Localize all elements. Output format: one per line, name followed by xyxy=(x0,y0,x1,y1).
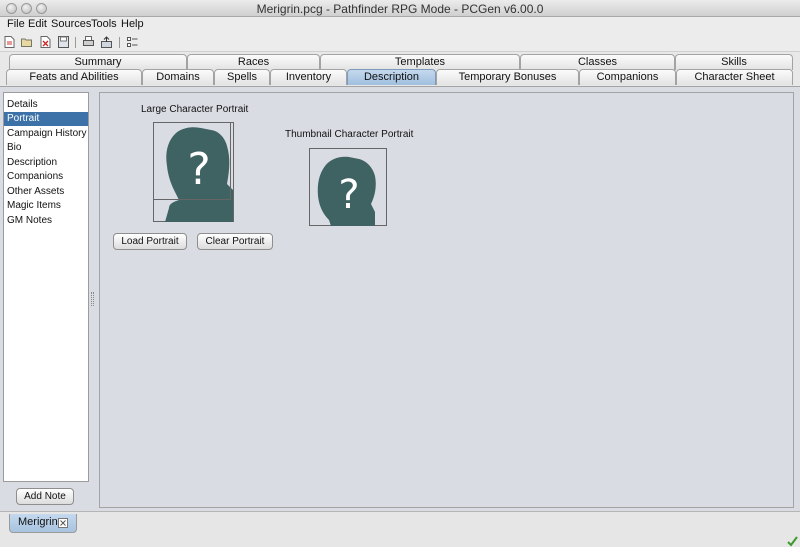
tab-summary[interactable]: Summary xyxy=(9,54,187,70)
character-tab-label: Merigrin xyxy=(18,516,58,528)
tab-templates[interactable]: Templates xyxy=(320,54,520,70)
tab-classes[interactable]: Classes xyxy=(520,54,675,70)
save-icon[interactable] xyxy=(58,36,69,48)
menu-help[interactable]: Help xyxy=(121,18,144,30)
toolbar-separator xyxy=(119,37,120,48)
resize-grip-icon[interactable] xyxy=(786,535,798,547)
toolbar-separator xyxy=(75,37,76,48)
list-item-bio[interactable]: Bio xyxy=(4,141,88,155)
toolbar xyxy=(0,32,800,52)
tab-character-sheet[interactable]: Character Sheet xyxy=(676,69,793,85)
list-item-details[interactable]: Details xyxy=(4,98,88,112)
split-pane-divider[interactable] xyxy=(91,292,94,306)
list-item-portrait[interactable]: Portrait xyxy=(4,112,88,126)
list-item-other-assets[interactable]: Other Assets xyxy=(4,185,88,199)
list-item-description[interactable]: Description xyxy=(4,156,88,170)
large-portrait-label: Large Character Portrait xyxy=(141,104,249,115)
add-note-button[interactable]: Add Note xyxy=(16,488,74,505)
tab-skills[interactable]: Skills xyxy=(675,54,793,70)
title-bar: Merigrin.pcg - Pathfinder RPG Mode - PCG… xyxy=(0,0,800,17)
thumbnail-portrait-label: Thumbnail Character Portrait xyxy=(285,129,414,140)
list-item-companions[interactable]: Companions xyxy=(4,170,88,184)
export-icon[interactable] xyxy=(101,36,112,48)
tab-feats-and-abilities[interactable]: Feats and Abilities xyxy=(6,69,142,85)
menu-bar: File Edit Sources Tools Help xyxy=(0,17,800,32)
menu-tools[interactable]: Tools xyxy=(91,18,117,30)
description-content: Details Portrait Campaign History Bio De… xyxy=(0,86,800,511)
list-item-campaign-history[interactable]: Campaign History xyxy=(4,127,88,141)
list-item-gm-notes[interactable]: GM Notes xyxy=(4,214,88,228)
large-portrait-image[interactable]: ? xyxy=(153,122,234,222)
open-icon[interactable] xyxy=(21,36,32,48)
menu-file[interactable]: File xyxy=(7,18,25,30)
clear-portrait-button[interactable]: Clear Portrait xyxy=(197,233,273,250)
character-tab-bar: Merigrin xyxy=(0,511,800,547)
thumbnail-portrait-image: ? xyxy=(309,148,387,226)
tab-races[interactable]: Races xyxy=(187,54,320,70)
new-character-icon[interactable] xyxy=(4,36,15,48)
character-tab-merigrin[interactable]: Merigrin xyxy=(9,514,77,533)
close-tab-icon[interactable] xyxy=(58,518,68,528)
portrait-panel: Large Character Portrait ? Load Portrait… xyxy=(99,92,794,508)
description-section-list[interactable]: Details Portrait Campaign History Bio De… xyxy=(3,92,89,482)
menu-sources[interactable]: Sources xyxy=(51,18,91,30)
print-icon[interactable] xyxy=(83,36,94,48)
window-title: Merigrin.pcg - Pathfinder RPG Mode - PCG… xyxy=(256,2,544,16)
menu-edit[interactable]: Edit xyxy=(28,18,47,30)
tab-spells[interactable]: Spells xyxy=(214,69,270,85)
preferences-icon[interactable] xyxy=(127,36,138,48)
load-portrait-button[interactable]: Load Portrait xyxy=(113,233,187,250)
list-item-magic-items[interactable]: Magic Items xyxy=(4,199,88,213)
question-mark-icon: ? xyxy=(338,172,359,218)
tab-companions[interactable]: Companions xyxy=(579,69,676,85)
main-tabs: Summary Races Templates Classes Skills F… xyxy=(0,52,800,86)
tab-inventory[interactable]: Inventory xyxy=(270,69,347,85)
close-icon[interactable] xyxy=(40,36,51,48)
tab-temporary-bonuses[interactable]: Temporary Bonuses xyxy=(436,69,579,85)
tab-domains[interactable]: Domains xyxy=(142,69,214,85)
tab-description[interactable]: Description xyxy=(347,69,436,85)
question-mark-icon: ? xyxy=(187,144,210,195)
